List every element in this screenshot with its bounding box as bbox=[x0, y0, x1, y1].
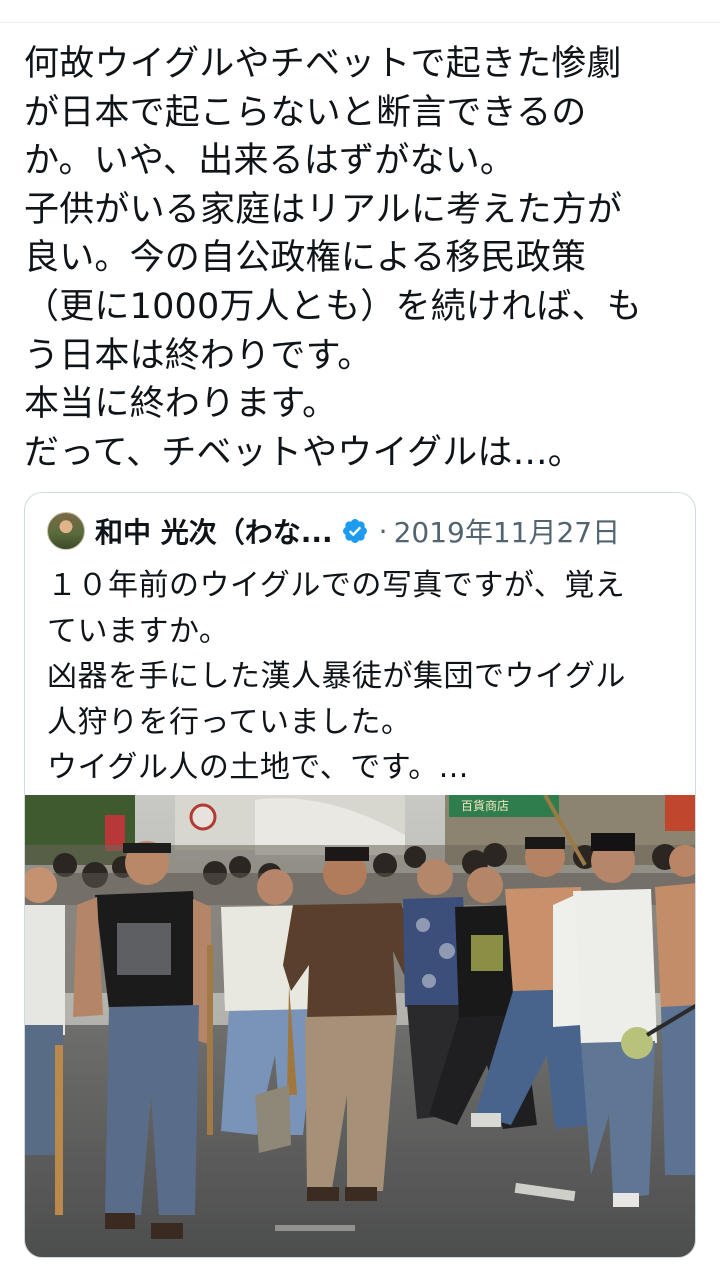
quoted-tweet-date[interactable]: 2019年11月27日 bbox=[394, 511, 621, 551]
header-separator: · bbox=[378, 514, 388, 548]
verified-badge-icon bbox=[342, 519, 367, 543]
quoted-tweet-card[interactable]: 和中 光次（わな... · 2019年11月27日 １０年前のウイグルでの写真で… bbox=[24, 492, 696, 1258]
quoted-tweet-photo[interactable]: 百貨商店 bbox=[25, 795, 696, 1258]
top-divider bbox=[0, 22, 720, 23]
tweet-text: 何故ウイグルやチベットで起きた惨劇 が日本で起こらないと断言できるの か。いや、… bbox=[24, 44, 642, 473]
quoted-tweet-text: １０年前のウイグルでの写真ですが、覚え ていますか。 凶器を手にした漢人暴徒が集… bbox=[47, 568, 626, 785]
photo-shop-sign: 百貨商店 bbox=[461, 798, 509, 813]
avatar[interactable] bbox=[47, 512, 85, 550]
quoted-author-name[interactable]: 和中 光次（わな... bbox=[95, 511, 333, 551]
quoted-tweet-header: 和中 光次（わな... · 2019年11月27日 bbox=[47, 511, 620, 551]
